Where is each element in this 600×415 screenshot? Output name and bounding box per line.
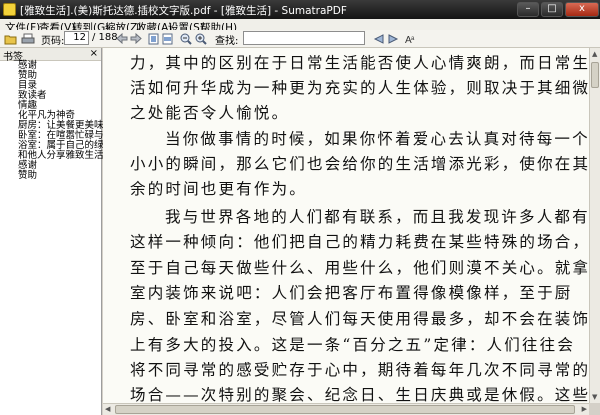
zoom-in-icon[interactable]: [195, 33, 207, 45]
scroll-up-icon[interactable]: ▲: [592, 50, 597, 58]
document-view[interactable]: 力，其中的区别在于日常生活能否使人心情爽朗，而日常生 活如何升华成为一种更为充实…: [103, 48, 589, 403]
text-line: 将不同寻常的感受贮存于心中，期待着每年几次不同寻常的: [130, 361, 589, 379]
print-icon[interactable]: [21, 33, 35, 45]
back-icon[interactable]: [116, 33, 128, 44]
minimize-button[interactable]: –: [517, 2, 539, 17]
text-line: 房、卧室和浴室，尽管人们每天使用得最多，却不会在装饰: [130, 310, 589, 328]
page-input[interactable]: 12: [64, 31, 89, 45]
page-total: / 188: [92, 32, 118, 43]
text-line: 余的时间也更有作为。: [130, 180, 308, 198]
close-button[interactable]: x: [565, 2, 599, 17]
scroll-left-icon[interactable]: ◀: [105, 405, 110, 413]
bookmark-item[interactable]: 赞助: [18, 171, 37, 181]
find-prev-icon[interactable]: [371, 33, 385, 45]
text-line: 活如何升华成为一种更为充实的人生体验，则取决于其细微: [130, 79, 589, 97]
page-label: 页码:: [41, 36, 65, 47]
app-icon: [3, 3, 16, 16]
sidebar-close-button[interactable]: ×: [90, 48, 98, 59]
text-line: 室内装饰来说吧：人们会把客厅布置得像模像样，至于厨: [130, 284, 573, 302]
svg-text:a: a: [411, 36, 415, 42]
text-line: 当你做事情的时候，如果你怀着爱心去认真对待每一个: [165, 130, 589, 148]
toolbar: 页码: 12 / 188 查找: A a: [0, 30, 600, 48]
text-line: 我与世界各地的人们都有联系，而且我发现许多人都有: [165, 208, 589, 226]
text-line: 这样一种倾向：他们把自己的精力耗费在某些特殊的场合，: [130, 233, 589, 251]
horizontal-scrollbar[interactable]: ◀ ▶: [103, 403, 589, 415]
forward-icon[interactable]: [130, 33, 142, 44]
vertical-scroll-thumb[interactable]: [591, 62, 599, 88]
match-case-icon[interactable]: A a: [405, 32, 419, 45]
resize-grip[interactable]: [589, 403, 600, 415]
horizontal-scroll-thumb[interactable]: [115, 405, 575, 414]
sidebar-header: 书签 ×: [0, 48, 101, 63]
text-line: 上有多大的投入。这是一条“百分之五”定律：人们往往会: [130, 336, 576, 354]
window-title: [雅致生活].(美)斯托达德.插校文字版.pdf - [雅致生活] - Suma…: [20, 5, 347, 17]
open-icon[interactable]: [4, 33, 18, 45]
text-line: 场合——次特别的聚会、纪念日、生日庆典或是休假。这些: [130, 386, 589, 403]
text-line: 小小的瞬间，那么它们也会给你的生活增添光彩，使你在其: [130, 155, 589, 173]
scroll-right-icon[interactable]: ▶: [582, 405, 587, 413]
bookmarks-sidebar: 书签 × 感谢 赞助 目录 致读者 情趣 化平凡为神奇 厨房：让美餐更美味 卧室…: [0, 48, 113, 415]
fit-page-icon[interactable]: [148, 33, 159, 45]
zoom-out-icon[interactable]: [180, 33, 192, 45]
scroll-down-icon[interactable]: ▼: [592, 393, 597, 401]
find-next-icon[interactable]: [387, 33, 401, 45]
text-line: 力，其中的区别在于日常生活能否使人心情爽朗，而日常生: [130, 54, 589, 72]
find-input[interactable]: [243, 31, 365, 45]
title-bar: [雅致生活].(美)斯托达德.插校文字版.pdf - [雅致生活] - Suma…: [0, 0, 600, 19]
text-line: 之处能否令人愉悦。: [130, 104, 290, 122]
vertical-scrollbar[interactable]: ▲ ▼: [589, 48, 600, 403]
text-line: 至于自己每天做些什么、用些什么，他们则漠不关心。就拿: [130, 259, 589, 277]
maximize-button[interactable]: □: [541, 2, 563, 17]
fit-width-icon[interactable]: [162, 33, 173, 45]
find-label: 查找:: [215, 36, 239, 47]
